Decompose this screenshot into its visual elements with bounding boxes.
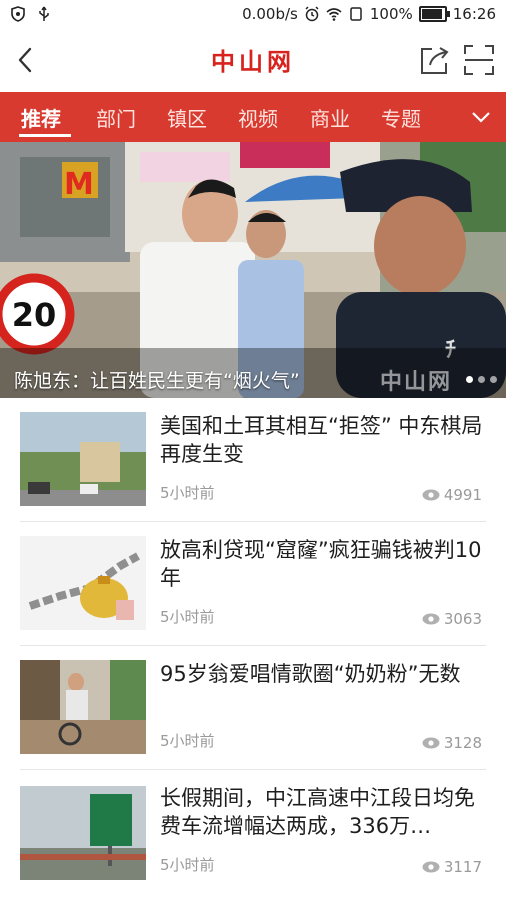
shield-icon [11,6,25,22]
banner-caption: 陈旭东：让百姓民生更有“烟火气” [14,370,300,392]
status-bar: 0.00b/s 100% 16:26 [0,0,506,30]
news-headline: 95岁翁爱唱情歌圈“奶奶粉”无数 [160,662,461,686]
pagination-dot[interactable] [478,376,485,383]
network-speed: 0.00b/s [242,5,298,23]
svg-text:M: M [64,167,94,202]
banner-photo: M 20 ﾁ [0,142,506,398]
eye-icon [422,489,440,501]
news-thumbnail [20,536,146,630]
pagination-dot[interactable] [466,376,473,383]
eye-icon [422,613,440,625]
featured-banner[interactable]: M 20 ﾁ 陈旭东：让百姓民生更有“烟火气” 中山网 [0,142,506,398]
news-thumbnail [20,786,146,880]
eye-icon [422,737,440,749]
app-header: 中山网 [0,30,506,92]
view-count-value: 4991 [443,486,482,504]
view-count: 3117 [422,858,482,876]
clock: 16:26 [452,5,496,23]
alarm-icon [305,6,319,22]
tab-towns[interactable]: 镇区 [167,103,207,132]
battery-icon [418,6,450,22]
speed-limit-value: 20 [12,296,57,334]
news-time: 5小时前 [160,608,215,626]
eye-icon [422,861,440,873]
news-item[interactable]: 美国和土耳其相互“拒签” 中东棋局再度生变 5小时前 4991 [0,398,506,522]
view-count-value: 3117 [443,858,482,876]
view-count-value: 3063 [443,610,482,628]
sim-icon [350,7,362,21]
view-count-value: 3128 [443,734,482,752]
news-headline: 放高利贷现“窟窿”疯狂骗钱被判10年 [160,538,482,590]
banner-pagination [466,376,497,383]
battery-percent: 100% [369,5,413,23]
tab-departments[interactable]: 部门 [96,103,136,132]
chevron-down-icon[interactable] [468,104,494,130]
news-time: 5小时前 [160,732,215,750]
share-icon[interactable] [418,43,452,77]
news-item[interactable]: 放高利贷现“窟窿”疯狂骗钱被判10年 5小时前 3063 [0,522,506,646]
news-item[interactable]: 长假期间，中江高速中江段日均免费车流增幅达两成，336万… 5小时前 3117 [0,770,506,894]
tab-topics[interactable]: 专题 [381,103,421,132]
usb-icon [39,6,49,21]
tab-video[interactable]: 视频 [238,103,278,132]
news-time: 5小时前 [160,484,215,502]
news-thumbnail [20,660,146,754]
view-count: 3063 [422,610,482,628]
wifi-icon [326,8,342,21]
view-count: 3128 [422,734,482,752]
banner-watermark: 中山网 [380,370,453,395]
scan-icon[interactable] [462,43,496,77]
news-time: 5小时前 [160,856,215,874]
tab-business[interactable]: 商业 [310,103,350,132]
pagination-dot[interactable] [490,376,497,383]
news-headline: 长假期间，中江高速中江段日均免费车流增幅达两成，336万… [160,786,475,838]
news-thumbnail [20,412,146,506]
active-tab-indicator [19,134,71,137]
view-count: 4991 [422,486,482,504]
news-item[interactable]: 95岁翁爱唱情歌圈“奶奶粉”无数 5小时前 3128 [0,646,506,770]
news-headline: 美国和土耳其相互“拒签” 中东棋局再度生变 [160,414,483,466]
category-tabs: 推荐 部门 镇区 视频 商业 专题 [0,92,506,142]
tab-recommend[interactable]: 推荐 [21,103,61,132]
